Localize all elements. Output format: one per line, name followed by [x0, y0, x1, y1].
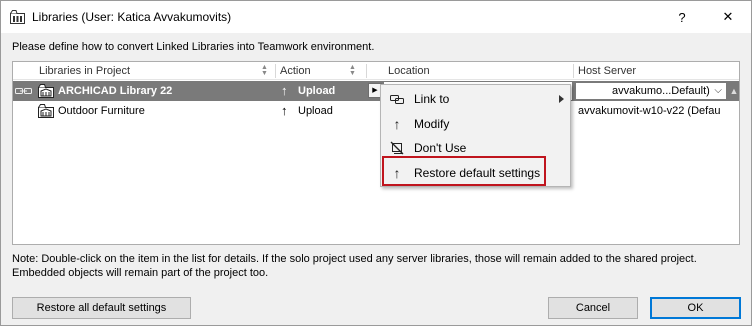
restore-all-default-settings-button[interactable]: Restore all default settings: [12, 297, 191, 319]
help-icon: ?: [678, 9, 686, 25]
cancel-button[interactable]: Cancel: [548, 297, 638, 319]
dont-use-icon: [390, 141, 404, 155]
scroll-up-icon[interactable]: ▲: [729, 82, 739, 100]
column-divider[interactable]: [366, 64, 367, 78]
host-server-value: avvakumo...Default): [612, 85, 710, 97]
submenu-arrow-icon: [559, 95, 564, 103]
library-folder-icon: [38, 84, 54, 98]
host-server-value: avvakumovit-w10-v22 (Defau: [578, 105, 721, 117]
upload-arrow-icon: ↑: [281, 103, 288, 118]
library-name: ARCHICAD Library 22: [58, 85, 173, 97]
menu-item-link-to[interactable]: Link to: [381, 87, 570, 111]
sort-icon[interactable]: ▲ ▼: [261, 64, 268, 77]
libraries-app-icon: [10, 10, 25, 24]
chevron-down-icon: ⌵: [714, 85, 722, 96]
link-icon: [390, 95, 404, 104]
table-row[interactable]: Outdoor Furniture ↑ Upload avvakumovit-w…: [13, 101, 739, 121]
table-row[interactable]: ARCHICAD Library 22 ↑ Upload ▶ avvakumo.…: [13, 81, 739, 101]
sort-icon[interactable]: ▲ ▼: [349, 64, 356, 77]
up-arrow-icon: ↑: [393, 116, 401, 132]
action-value: Upload: [298, 85, 336, 97]
host-server-dropdown[interactable]: avvakumo...Default) ⌵: [575, 82, 727, 100]
menu-item-modify[interactable]: ↑ Modify: [381, 112, 570, 136]
close-icon: ✕: [722, 9, 734, 24]
instruction-text: Please define how to convert Linked Libr…: [12, 41, 375, 53]
menu-item-label: Modify: [414, 117, 450, 131]
action-value: Upload: [298, 105, 333, 117]
help-button[interactable]: ?: [659, 1, 705, 33]
table-header: Libraries in Project ▲ ▼ Action ▲ ▼ Locati…: [13, 62, 739, 80]
column-header-host-server[interactable]: Host Server: [574, 62, 636, 80]
column-header-libraries[interactable]: Libraries in Project: [35, 62, 130, 80]
note-text: Note: Double-click on the item in the li…: [12, 253, 697, 279]
linked-library-icon: [15, 88, 32, 94]
libraries-dialog: Libraries (User: Katica Avvakumovits) ? …: [0, 0, 752, 326]
column-header-location[interactable]: Location: [384, 62, 430, 80]
upload-arrow-icon: ↑: [281, 83, 288, 98]
libraries-table: Libraries in Project ▲ ▼ Action ▲ ▼ Locati…: [12, 61, 740, 245]
ok-button[interactable]: OK: [650, 297, 741, 319]
column-header-action[interactable]: Action: [276, 62, 311, 80]
library-folder-icon: [38, 104, 54, 118]
title-bar: Libraries (User: Katica Avvakumovits) ? …: [1, 1, 751, 33]
library-name: Outdoor Furniture: [58, 105, 145, 117]
close-button[interactable]: ✕: [705, 1, 751, 33]
window-title: Libraries (User: Katica Avvakumovits): [32, 10, 232, 24]
highlight-annotation-box: [382, 156, 546, 186]
menu-item-label: Link to: [414, 92, 450, 106]
